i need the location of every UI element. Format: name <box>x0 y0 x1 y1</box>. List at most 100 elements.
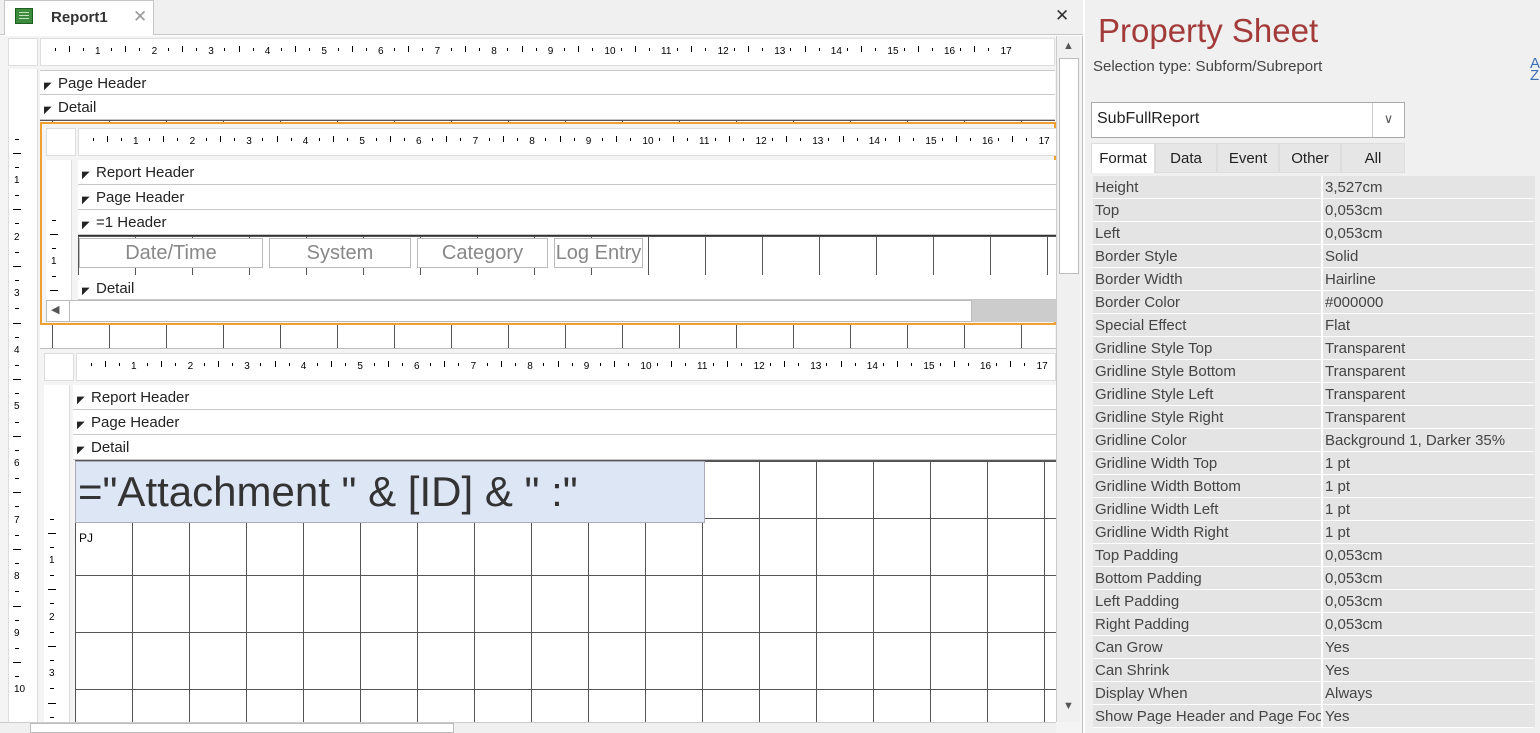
subreport-ruler-corner[interactable] <box>46 128 76 156</box>
detail-section-bar[interactable]: ◤ Detail <box>40 95 1055 120</box>
scroll-up-icon[interactable]: ▲ <box>1063 40 1074 52</box>
pj-label[interactable]: PJ <box>79 531 93 545</box>
property-row[interactable]: Show Page Header and Page Footer Yes <box>1093 705 1535 728</box>
sub1-page-header-bar[interactable]: ◤ Page Header <box>78 185 1058 210</box>
property-row[interactable]: Gridline Width Right 1 pt <box>1093 521 1535 544</box>
column-label-category[interactable]: Category <box>417 238 548 268</box>
property-value[interactable]: Yes <box>1323 659 1535 681</box>
document-tab[interactable]: Report1 ✕ <box>4 0 154 35</box>
horizontal-scrollbar[interactable] <box>0 722 1056 733</box>
property-row[interactable]: Can Shrink Yes <box>1093 659 1535 682</box>
property-row[interactable]: Border Color #000000 <box>1093 291 1535 314</box>
property-value[interactable]: 0,053cm <box>1323 567 1535 589</box>
property-row[interactable]: Border Width Hairline <box>1093 268 1535 291</box>
property-grid: Height 3,527cm Top 0,053cm Left 0,053cm Border… <box>1093 176 1535 728</box>
column-label-log-entry[interactable]: Log Entry <box>554 238 643 268</box>
property-value[interactable]: 1 pt <box>1323 521 1535 543</box>
property-row[interactable]: Gridline Width Bottom 1 pt <box>1093 475 1535 498</box>
property-value[interactable]: Transparent <box>1323 360 1535 382</box>
vertical-scrollbar[interactable]: ▲ ▼ <box>1056 36 1080 722</box>
property-row[interactable]: Height 3,527cm <box>1093 176 1535 199</box>
property-value[interactable]: Always <box>1323 682 1535 704</box>
property-name: Show Page Header and Page Footer <box>1093 705 1321 727</box>
subreport-attachment[interactable]: 1234567891011121314151617 1234 ◤Report H… <box>40 348 1056 733</box>
ruler-corner[interactable] <box>8 38 38 66</box>
column-label-datetime[interactable]: Date/Time <box>79 238 263 268</box>
ruler-tick <box>365 48 367 51</box>
property-value[interactable]: 0,053cm <box>1323 199 1535 221</box>
property-value[interactable]: Flat <box>1323 314 1535 336</box>
property-value[interactable]: 0,053cm <box>1323 222 1535 244</box>
property-name: Special Effect <box>1093 314 1321 336</box>
property-row[interactable]: Gridline Style Right Transparent <box>1093 406 1535 429</box>
sub2-detail-bar[interactable]: ◤ Detail <box>73 435 1056 460</box>
property-row[interactable]: Display When Always <box>1093 682 1535 705</box>
property-value[interactable]: Yes <box>1323 636 1535 658</box>
ruler-tick <box>48 589 56 591</box>
tab-close-icon[interactable]: ✕ <box>133 7 147 27</box>
sort-az-icon[interactable]: A Z <box>1530 56 1540 83</box>
property-value[interactable]: Transparent <box>1323 383 1535 405</box>
sub1-group-header-bar[interactable]: ◤ =1 Header <box>78 210 1058 235</box>
sub2-page-header-bar[interactable]: ◤ Page Header <box>73 410 1056 435</box>
property-row[interactable]: Top Padding 0,053cm <box>1093 544 1535 567</box>
property-value[interactable]: Background 1, Darker 35% <box>1323 429 1535 451</box>
tab-format[interactable]: Format <box>1091 143 1155 173</box>
property-value[interactable]: Solid <box>1323 245 1535 267</box>
property-row[interactable]: Gridline Style Left Transparent <box>1093 383 1535 406</box>
property-row[interactable]: Gridline Width Top 1 pt <box>1093 452 1535 475</box>
property-value[interactable]: #000000 <box>1323 291 1535 313</box>
tab-data[interactable]: Data <box>1155 143 1217 173</box>
property-value[interactable]: Transparent <box>1323 406 1535 428</box>
property-value[interactable]: Hairline <box>1323 268 1535 290</box>
property-row[interactable]: Left Padding 0,053cm <box>1093 590 1535 613</box>
property-value[interactable]: Transparent <box>1323 337 1535 359</box>
property-row[interactable]: Right Padding 0,053cm <box>1093 613 1535 636</box>
ruler-tick-label: 9 <box>14 627 20 639</box>
tab-all[interactable]: All <box>1341 143 1405 173</box>
chevron-down-icon[interactable]: ∨ <box>1372 103 1404 137</box>
sub1-horizontal-scrollbar[interactable]: ◀ <box>46 300 972 322</box>
property-value[interactable]: 0,053cm <box>1323 590 1535 612</box>
property-row[interactable]: Special Effect Flat <box>1093 314 1535 337</box>
ruler-tick <box>460 138 462 141</box>
horizontal-scroll-thumb[interactable] <box>30 723 454 733</box>
ruler-tick-label: 14 <box>866 361 878 372</box>
column-label-system[interactable]: System <box>269 238 411 268</box>
property-row[interactable]: Gridline Style Top Transparent <box>1093 337 1535 360</box>
property-value[interactable]: 0,053cm <box>1323 613 1535 635</box>
tab-event[interactable]: Event <box>1217 143 1279 173</box>
ruler-tick-label: 7 <box>470 361 477 372</box>
design-surface: 1 2 3 4 5 6 7 8 9 10 1 2 3 4 5 6 7 8 9 10 11 12 13 14 15 16 17 ◤ … <box>0 36 1083 733</box>
property-row[interactable]: Gridline Width Left 1 pt <box>1093 498 1535 521</box>
attachment-expression-textbox[interactable]: ="Attachment " & [ID] & " :" <box>75 461 705 523</box>
property-row[interactable]: Can Grow Yes <box>1093 636 1535 659</box>
property-row[interactable]: Left 0,053cm <box>1093 222 1535 245</box>
object-selector-dropdown[interactable]: SubFullReport ∨ <box>1091 102 1405 138</box>
property-value[interactable]: 3,527cm <box>1323 176 1535 198</box>
property-value[interactable]: Yes <box>1323 705 1535 727</box>
sub1-detail-bar[interactable]: ◤ Detail <box>78 275 1058 300</box>
sub2-report-header-bar[interactable]: ◤ Report Header <box>73 385 1056 410</box>
vertical-scroll-thumb[interactable] <box>1059 58 1079 274</box>
property-row[interactable]: Border Style Solid <box>1093 245 1535 268</box>
sub1-report-header-bar[interactable]: ◤ Report Header <box>78 160 1058 185</box>
ruler-tick <box>840 361 842 367</box>
property-value[interactable]: 1 pt <box>1323 452 1535 474</box>
subreport-subfullreport[interactable]: 1234567891011121314151617 12 ◤Report Hea… <box>40 122 1058 325</box>
scroll-down-icon[interactable]: ▼ <box>1063 700 1074 712</box>
ruler-tick <box>219 136 221 142</box>
tab-other[interactable]: Other <box>1279 143 1341 173</box>
subreport2-ruler-corner[interactable] <box>44 353 74 381</box>
property-value[interactable]: 0,053cm <box>1323 544 1535 566</box>
property-row[interactable]: Gridline Style Bottom Transparent <box>1093 360 1535 383</box>
property-row[interactable]: Bottom Padding 0,053cm <box>1093 567 1535 590</box>
property-value[interactable]: 1 pt <box>1323 498 1535 520</box>
page-header-section-bar[interactable]: ◤ Page Header <box>40 70 1055 95</box>
property-row[interactable]: Top 0,053cm <box>1093 199 1535 222</box>
scroll-left-icon[interactable]: ◀ <box>51 303 59 316</box>
ruler-tick <box>875 48 877 51</box>
property-value[interactable]: 1 pt <box>1323 475 1535 497</box>
property-row[interactable]: Gridline Color Background 1, Darker 35% <box>1093 429 1535 452</box>
window-close-icon[interactable]: ✕ <box>1055 6 1069 26</box>
